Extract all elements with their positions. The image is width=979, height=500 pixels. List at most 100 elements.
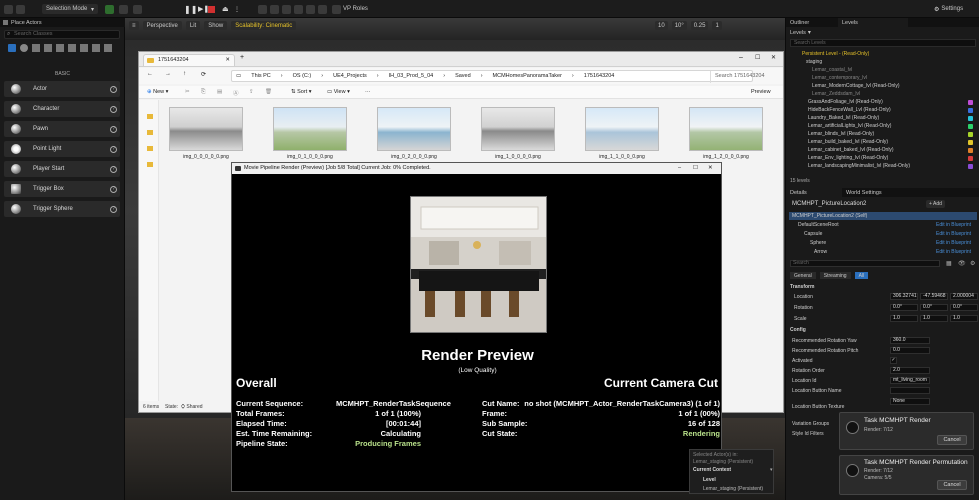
component-label[interactable]: Arrow: [814, 249, 827, 255]
minimize-icon[interactable]: –: [678, 163, 681, 174]
breadcrumb-item[interactable]: MCMHomesPanoramaTaker: [493, 73, 562, 79]
eject-button[interactable]: ⏏: [222, 4, 229, 14]
level-color-swatch[interactable]: [968, 148, 973, 153]
chevron-down-icon[interactable]: ▾: [770, 467, 773, 473]
source-control-icon[interactable]: [294, 4, 303, 14]
place-actors-tab[interactable]: Place Actors: [0, 18, 125, 27]
location-x-field[interactable]: 306.32741: [890, 293, 918, 300]
breadcrumb-item[interactable]: 1751643204: [584, 73, 615, 79]
rotation-pitch-field[interactable]: 0.0: [890, 347, 930, 354]
cut-icon[interactable]: ✂: [185, 89, 190, 95]
details-search-input[interactable]: Search: [790, 260, 940, 267]
address-bar[interactable]: ▭ This PC › OS (C:) › UE4_Projects › IH_03_…: [231, 70, 765, 83]
angle-snap-button[interactable]: 10°: [671, 21, 687, 30]
modes-icon[interactable]: [306, 4, 315, 14]
file-thumbnail[interactable]: [169, 107, 243, 151]
recent-icon[interactable]: [8, 44, 16, 52]
level-color-swatch[interactable]: [968, 140, 973, 145]
new-tab-icon[interactable]: +: [240, 54, 244, 61]
help-icon[interactable]: ?: [110, 165, 117, 173]
cinematic-icon[interactable]: [56, 44, 64, 52]
cinematics-icon[interactable]: [133, 4, 142, 14]
scale-z-field[interactable]: 1.0: [950, 315, 978, 322]
filter-general[interactable]: General: [790, 272, 816, 279]
minimize-icon[interactable]: –: [739, 54, 743, 61]
folder-icon[interactable]: [147, 146, 153, 151]
eye-icon[interactable]: 👁: [958, 260, 966, 267]
style-id-filters-row[interactable]: Style Id Filters: [792, 431, 824, 437]
tab-world-settings[interactable]: World Settings: [842, 188, 912, 197]
launch-icon[interactable]: [258, 4, 267, 14]
perspective-button[interactable]: Perspective: [142, 21, 182, 30]
help-icon[interactable]: ?: [110, 145, 117, 153]
rename-icon[interactable]: Ⓐ: [233, 89, 239, 97]
basic-icon[interactable]: [20, 44, 28, 52]
new-button[interactable]: ⊕ New ▾: [147, 89, 168, 95]
file-thumbnail[interactable]: [689, 107, 763, 151]
shapes-icon[interactable]: [44, 44, 52, 52]
add-component-button[interactable]: + Add: [926, 200, 945, 208]
more-icon[interactable]: ···: [365, 89, 371, 95]
file-name[interactable]: img_1_0_0_0_0.png: [473, 154, 563, 160]
trace-icon[interactable]: [318, 4, 327, 14]
vp-roles-dropdown[interactable]: VP Roles: [332, 4, 368, 14]
up-icon[interactable]: ↑: [183, 71, 186, 77]
viewport-options-button[interactable]: ≡: [129, 21, 139, 30]
location-id-field[interactable]: mt_living_room: [890, 377, 930, 384]
show-button[interactable]: Show: [204, 21, 228, 30]
file-name[interactable]: img_1_2_0_0_0.png: [681, 154, 771, 160]
save-icon[interactable]: [4, 4, 13, 14]
rotation-z-field[interactable]: 0.0°: [950, 304, 978, 311]
file-thumbnail[interactable]: [585, 107, 659, 151]
geometry-icon[interactable]: [80, 44, 88, 52]
level-color-swatch[interactable]: [968, 132, 973, 137]
level-color-swatch[interactable]: [968, 156, 973, 161]
filter-streaming[interactable]: Streaming: [819, 272, 851, 279]
play-options-icon[interactable]: ⋮: [234, 4, 240, 14]
file-name[interactable]: img_0_1_0_0_0.png: [265, 154, 355, 160]
tab-details[interactable]: Details: [786, 188, 842, 197]
texture-dropdown[interactable]: None: [890, 398, 930, 405]
cancel-button[interactable]: Cancel: [937, 480, 967, 490]
grid-snap-button[interactable]: 10: [655, 21, 668, 30]
variation-groups-row[interactable]: Variation Groups: [792, 421, 829, 427]
blueprint-icon[interactable]: [119, 4, 128, 14]
scale-label[interactable]: Scale: [794, 316, 807, 322]
camera-speed-button[interactable]: 1: [712, 21, 722, 30]
rotation-y-field[interactable]: 0.0°: [920, 304, 948, 311]
component-label[interactable]: Sphere: [810, 240, 826, 246]
folder-icon[interactable]: [147, 114, 153, 119]
explorer-tab[interactable]: 1751643204 ✕: [143, 54, 235, 66]
help-icon[interactable]: ?: [110, 185, 117, 193]
edit-in-blueprint-link[interactable]: Edit in Blueprint: [936, 222, 971, 228]
search-classes-input[interactable]: ⌕ Search Classes: [4, 30, 120, 39]
volumes-icon[interactable]: [92, 44, 100, 52]
location-label[interactable]: Location: [794, 294, 813, 300]
scale-x-field[interactable]: 1.0: [890, 315, 918, 322]
help-icon[interactable]: ?: [110, 105, 117, 113]
grid-view-icon[interactable]: ▦: [946, 260, 952, 267]
folder-icon[interactable]: [147, 130, 153, 135]
actor-item-point-light[interactable]: Point Light?: [4, 141, 120, 157]
rotation-order-field[interactable]: 2.0: [890, 367, 930, 374]
edit-in-blueprint-link[interactable]: Edit in Blueprint: [936, 231, 971, 237]
close-window-icon[interactable]: ✕: [771, 54, 776, 61]
breadcrumb-item[interactable]: IH_03_Prod_5_04: [389, 73, 434, 79]
rotation-label[interactable]: Rotation: [794, 305, 813, 311]
help-icon[interactable]: ?: [110, 205, 117, 213]
help-icon[interactable]: ?: [110, 85, 117, 93]
edit-in-blueprint-link[interactable]: Edit in Blueprint: [936, 240, 971, 246]
component-label[interactable]: Capsule: [804, 231, 822, 237]
refresh-icon[interactable]: ⟳: [201, 71, 206, 78]
selection-mode-dropdown[interactable]: Selection Mode ▾: [42, 4, 99, 14]
file-thumbnail[interactable]: [481, 107, 555, 151]
lit-button[interactable]: Lit: [185, 21, 201, 30]
breadcrumb-item[interactable]: OS (C:): [293, 73, 312, 79]
actor-item-trigger-box[interactable]: Trigger Box?: [4, 181, 120, 197]
close-tab-icon[interactable]: ✕: [225, 55, 230, 66]
paste-icon[interactable]: ▤: [217, 89, 222, 95]
help-icon[interactable]: ?: [110, 125, 117, 133]
scale-snap-button[interactable]: 0.25: [690, 21, 709, 30]
lights-icon[interactable]: [32, 44, 40, 52]
config-section-header[interactable]: Config: [790, 327, 806, 333]
